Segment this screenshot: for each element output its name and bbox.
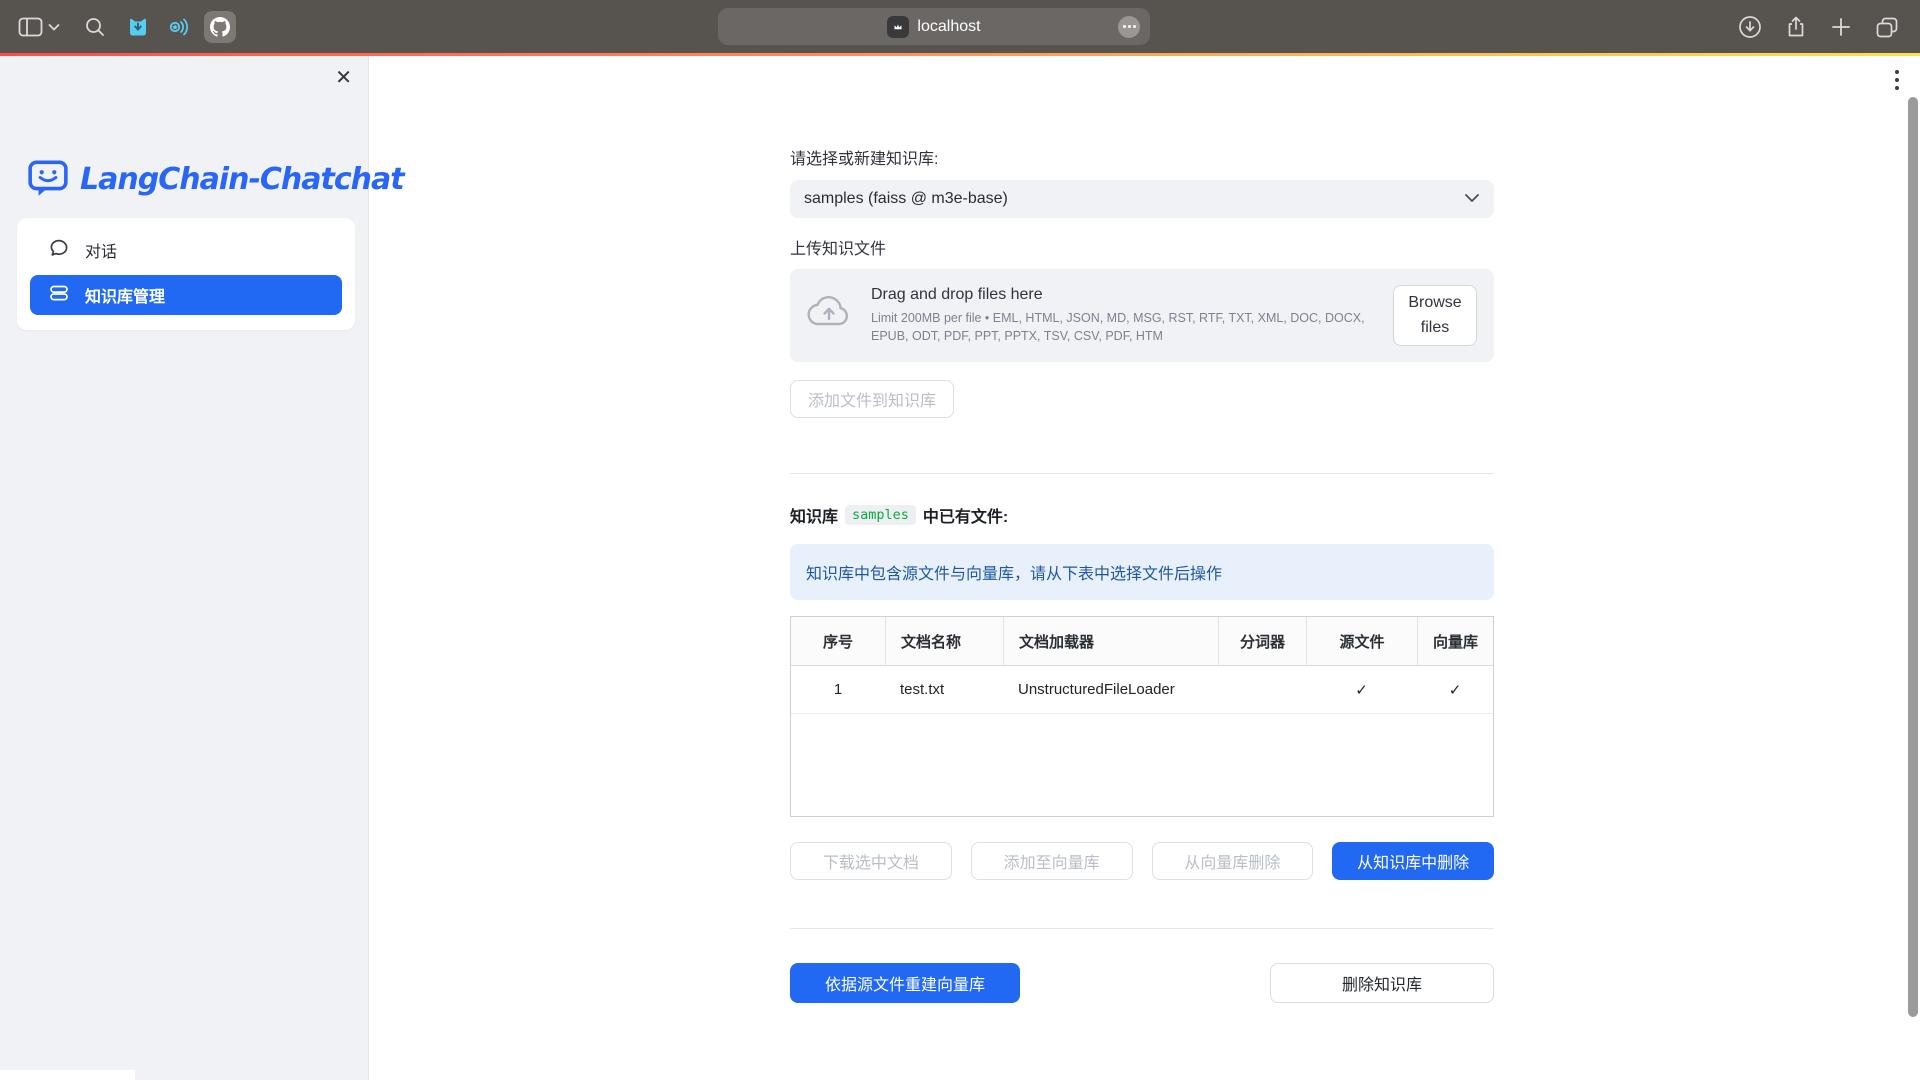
table-header-row: 序号 文档名称 文档加载器 分词器 源文件 向量库 xyxy=(791,617,1493,666)
kb-files-heading: 知识库 samples 中已有文件: xyxy=(790,503,1494,527)
cell-index: 1 xyxy=(791,666,885,713)
chevron-down-icon xyxy=(1464,190,1480,208)
cell-vector-check: ✓ xyxy=(1417,666,1493,713)
database-stack-icon xyxy=(47,281,71,310)
browser-toolbar: localhost xyxy=(0,0,1920,53)
dropzone-hint: Limit 200MB per file • EML, HTML, JSON, … xyxy=(871,310,1391,345)
divider xyxy=(790,473,1494,474)
sidebar-close-icon[interactable]: ✕ xyxy=(335,68,352,88)
share-icon[interactable] xyxy=(1784,15,1808,39)
heading-suffix: 中已有文件: xyxy=(923,503,1008,527)
dropzone-title: Drag and drop files here xyxy=(871,286,1393,304)
info-banner: 知识库中包含源文件与向量库，请从下表中选择文件后操作 xyxy=(790,544,1494,600)
extension-downloader-icon[interactable] xyxy=(126,15,150,39)
cell-source-check: ✓ xyxy=(1306,666,1417,713)
address-bar[interactable]: localhost xyxy=(718,8,1150,45)
rebuild-vector-db-button[interactable]: 依据源文件重建向量库 xyxy=(790,963,1020,1003)
sidebar-item-kb-management[interactable]: 知识库管理 xyxy=(30,275,342,315)
cell-loader: UnstructuredFileLoader xyxy=(1003,666,1218,713)
sidebar-chevron-down-icon[interactable] xyxy=(48,23,60,31)
col-header-splitter[interactable]: 分词器 xyxy=(1218,617,1306,665)
downloads-icon[interactable] xyxy=(1738,15,1762,39)
sidebar-item-dialogue[interactable]: 对话 xyxy=(30,230,342,270)
sidebar: ✕ LangChain-Chatchat 对话 知识库管理 xyxy=(0,56,369,1080)
status-bar-strip xyxy=(0,1070,135,1080)
tab-overview-icon[interactable] xyxy=(1874,15,1900,39)
cell-name: test.txt xyxy=(885,666,1003,713)
upload-label: 上传知识文件 xyxy=(790,239,1494,261)
main-area: 请选择或新建知识库: samples (faiss @ m3e-base) 上传… xyxy=(369,56,1920,1080)
kb-files-table: 序号 文档名称 文档加载器 分词器 源文件 向量库 1 test.txt Uns… xyxy=(790,616,1494,817)
kb-select[interactable]: samples (faiss @ m3e-base) xyxy=(790,180,1494,218)
col-header-source[interactable]: 源文件 xyxy=(1306,617,1417,665)
kb-bottom-actions: 依据源文件重建向量库 删除知识库 xyxy=(790,963,1494,1003)
col-header-loader[interactable]: 文档加载器 xyxy=(1003,617,1218,665)
heading-prefix: 知识库 xyxy=(790,503,838,527)
sidebar-item-label: 对话 xyxy=(85,238,117,262)
delete-from-kb-button[interactable]: 从知识库中删除 xyxy=(1332,842,1494,880)
add-to-vector-db-button[interactable]: 添加至向量库 xyxy=(971,842,1133,880)
app-logo: LangChain-Chatchat xyxy=(27,156,404,203)
address-url: localhost xyxy=(917,18,980,36)
logo-chat-icon xyxy=(27,156,69,203)
chat-bubble-icon xyxy=(47,236,71,265)
extension-github-icon[interactable] xyxy=(204,11,236,43)
col-header-vector[interactable]: 向量库 xyxy=(1417,617,1493,665)
app-page: ✕ LangChain-Chatchat 对话 知识库管理 xyxy=(0,53,1920,1080)
file-actions-row: 下载选中文档 添加至向量库 从向量库删除 从知识库中删除 xyxy=(790,842,1494,880)
new-tab-icon[interactable] xyxy=(1830,16,1852,38)
site-favicon xyxy=(887,16,909,38)
kb-name-code: samples xyxy=(845,505,916,525)
table-row[interactable]: 1 test.txt UnstructuredFileLoader ✓ ✓ xyxy=(791,666,1493,714)
kb-select-label: 请选择或新建知识库: xyxy=(790,149,1494,171)
browse-files-button[interactable]: Browse files xyxy=(1393,285,1477,347)
sidebar-menu: 对话 知识库管理 xyxy=(17,218,355,330)
add-files-to-kb-button[interactable]: 添加文件到知识库 xyxy=(790,380,954,418)
page-settings-icon[interactable] xyxy=(1118,16,1140,38)
download-selected-button[interactable]: 下载选中文档 xyxy=(790,842,952,880)
cloud-upload-icon xyxy=(807,295,851,336)
logo-text: LangChain-Chatchat xyxy=(80,162,404,197)
remove-from-vector-db-button[interactable]: 从向量库删除 xyxy=(1152,842,1314,880)
col-header-name[interactable]: 文档名称 xyxy=(885,617,1003,665)
delete-kb-button[interactable]: 删除知识库 xyxy=(1270,963,1494,1003)
extension-rings-icon[interactable] xyxy=(164,14,190,40)
sidebar-toggle-icon[interactable] xyxy=(18,16,44,38)
divider xyxy=(790,928,1494,929)
file-dropzone[interactable]: Drag and drop files here Limit 200MB per… xyxy=(790,269,1494,362)
col-header-index[interactable]: 序号 xyxy=(791,617,885,665)
kb-select-value: samples (faiss @ m3e-base) xyxy=(804,190,1464,208)
cell-splitter xyxy=(1218,666,1306,713)
search-icon[interactable] xyxy=(84,16,106,38)
sidebar-item-label: 知识库管理 xyxy=(85,283,165,307)
